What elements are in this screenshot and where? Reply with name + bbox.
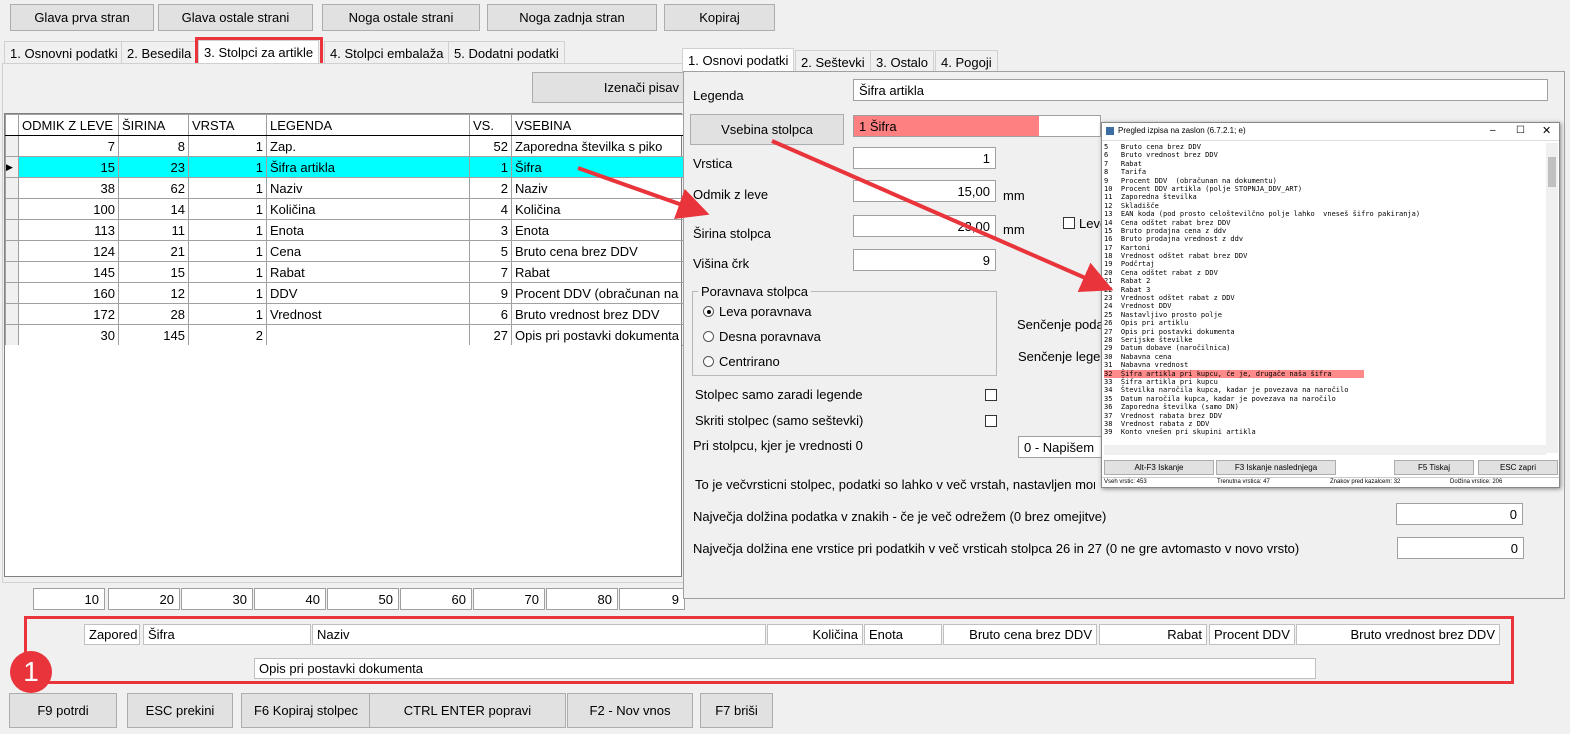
arrow-to-sirina [577, 166, 710, 220]
annotation-arrows [577, 139, 1114, 293]
arrow-to-preview [771, 139, 1114, 293]
